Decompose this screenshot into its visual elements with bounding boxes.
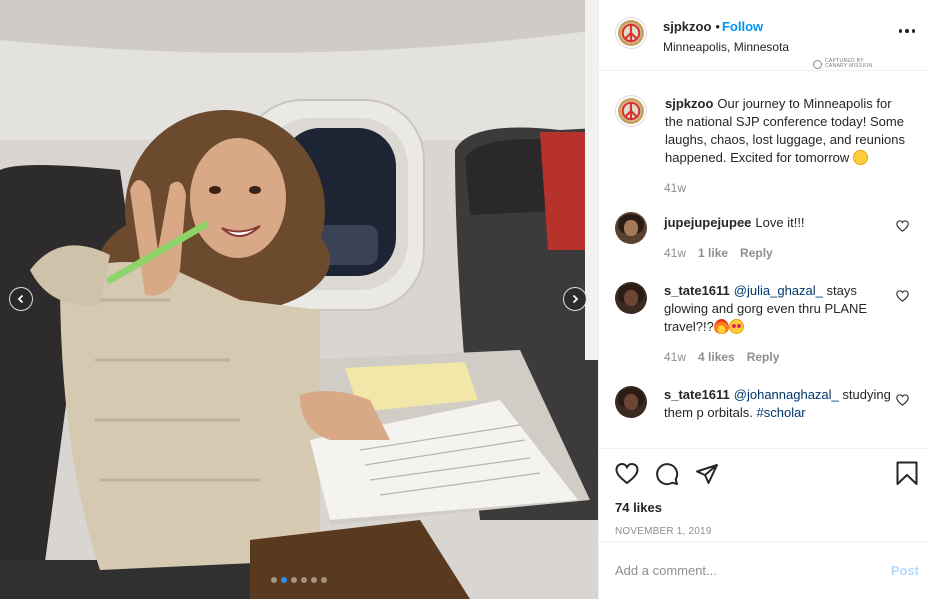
comment-meta: 41w 1 like Reply bbox=[664, 244, 894, 262]
post-actions: 74 likes NOVEMBER 1, 2019 Post bbox=[599, 448, 929, 599]
sweat-smile-emoji-icon bbox=[852, 150, 868, 165]
avatar[interactable] bbox=[615, 17, 647, 49]
separator-dot: • bbox=[715, 19, 720, 34]
heart-icon bbox=[615, 462, 639, 485]
more-dot-icon bbox=[905, 29, 909, 33]
heart-eyes-emoji-icon bbox=[728, 319, 744, 334]
comment-username[interactable]: s_tate1611 bbox=[664, 283, 730, 298]
watermark-text: CAPTURED BY CANARY MISSION bbox=[825, 58, 873, 69]
peace-logo-icon bbox=[615, 95, 647, 127]
heart-icon bbox=[896, 220, 909, 232]
fire-emoji-icon bbox=[713, 319, 729, 334]
post-side-panel: sjpkzoo • Follow Minneapolis, Minnesota CA… bbox=[598, 0, 929, 599]
reply-button[interactable]: Reply bbox=[740, 244, 773, 262]
carousel-dot bbox=[311, 577, 317, 583]
more-dot-icon bbox=[899, 29, 903, 33]
follow-button[interactable]: Follow bbox=[722, 19, 763, 34]
caption-username[interactable]: sjpkzoo bbox=[665, 96, 713, 111]
previous-photo-button[interactable] bbox=[9, 287, 33, 311]
carousel-dot bbox=[281, 577, 287, 583]
carousel-dot bbox=[291, 577, 297, 583]
airplane-seat-photo bbox=[0, 0, 598, 599]
next-photo-button[interactable] bbox=[563, 287, 587, 311]
comment-likes[interactable]: 1 like bbox=[698, 244, 728, 262]
comment-likes[interactable]: 4 likes bbox=[698, 348, 735, 366]
comment-text: Love it!!! bbox=[755, 215, 805, 230]
comment-mention[interactable]: @julia_ghazal_ bbox=[734, 283, 823, 298]
comment-bubble-icon bbox=[656, 463, 679, 486]
post-photo[interactable] bbox=[0, 0, 598, 599]
comment-meta: 41w 4 likes Reply bbox=[664, 348, 894, 366]
peace-logo-icon bbox=[615, 17, 647, 49]
add-comment-bar: Post bbox=[599, 541, 929, 599]
comment-item: s_tate1611 @julia_ghazal_ stays glowing a… bbox=[599, 282, 929, 366]
carousel-indicator bbox=[0, 577, 598, 583]
like-comment-button[interactable] bbox=[896, 394, 909, 406]
reply-button[interactable]: Reply bbox=[747, 348, 780, 366]
likes-count[interactable]: 74 likes bbox=[615, 500, 913, 515]
comment-timestamp[interactable]: 41w bbox=[664, 244, 686, 262]
comment-item: jupejupejupee Love it!!! 41w 1 like Reply bbox=[599, 212, 929, 262]
post-header: sjpkzoo • Follow Minneapolis, Minnesota CA… bbox=[599, 0, 929, 71]
like-comment-button[interactable] bbox=[896, 220, 909, 232]
comments-section[interactable]: sjpkzoo Our journey to Minneapolis for th… bbox=[599, 71, 929, 448]
watermark: CAPTURED BY CANARY MISSION bbox=[813, 59, 885, 69]
post-author-username[interactable]: sjpkzoo bbox=[663, 19, 711, 34]
more-dot-icon bbox=[911, 29, 915, 33]
instagram-post: sjpkzoo • Follow Minneapolis, Minnesota CA… bbox=[0, 0, 929, 599]
heart-icon bbox=[896, 290, 909, 302]
commenter-avatar[interactable] bbox=[615, 212, 647, 244]
commenter-avatar[interactable] bbox=[615, 282, 647, 314]
comment-hashtag[interactable]: #scholar bbox=[757, 405, 806, 420]
avatar[interactable] bbox=[615, 95, 647, 127]
carousel-dot bbox=[271, 577, 277, 583]
paper-plane-icon bbox=[696, 464, 718, 484]
like-comment-button[interactable] bbox=[896, 290, 909, 302]
post-caption: sjpkzoo Our journey to Minneapolis for th… bbox=[599, 71, 929, 167]
comment-button[interactable] bbox=[655, 462, 679, 486]
comment-item: s_tate1611 @johannaghazal_ studying them … bbox=[599, 386, 929, 422]
carousel-dot bbox=[301, 577, 307, 583]
post-location[interactable]: Minneapolis, Minnesota bbox=[663, 38, 789, 56]
carousel-dot bbox=[321, 577, 327, 583]
heart-icon bbox=[896, 394, 909, 406]
save-button[interactable] bbox=[896, 461, 918, 486]
comment-username[interactable]: s_tate1611 bbox=[664, 387, 730, 402]
watermark-seal-icon bbox=[813, 59, 822, 69]
caption-timestamp[interactable]: 41w bbox=[664, 181, 929, 195]
commenter-avatar[interactable] bbox=[615, 386, 647, 418]
comment-mention[interactable]: @johannaghazal_ bbox=[734, 387, 839, 402]
more-options-button[interactable] bbox=[899, 26, 915, 36]
comment-username[interactable]: jupejupejupee bbox=[664, 215, 751, 230]
chevron-left-icon bbox=[17, 294, 24, 304]
chevron-right-icon bbox=[572, 294, 579, 304]
post-comment-button[interactable]: Post bbox=[891, 563, 919, 578]
post-date[interactable]: NOVEMBER 1, 2019 bbox=[615, 526, 913, 537]
comment-input[interactable] bbox=[615, 563, 891, 578]
avatar-face bbox=[624, 220, 638, 236]
like-button[interactable] bbox=[615, 462, 639, 486]
comment-timestamp[interactable]: 41w bbox=[664, 348, 686, 366]
avatar-face bbox=[624, 394, 638, 410]
share-button[interactable] bbox=[695, 462, 719, 486]
avatar-face bbox=[624, 290, 638, 306]
bookmark-icon bbox=[896, 461, 918, 485]
